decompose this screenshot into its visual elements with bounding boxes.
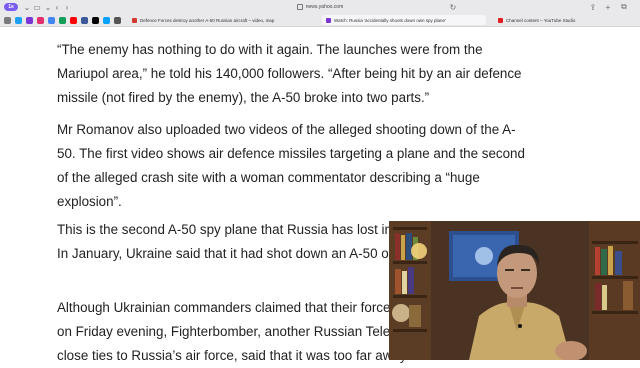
pinned-tab-icon[interactable] — [26, 17, 33, 24]
presenter-video-frame — [389, 221, 640, 360]
chevron-down-icon[interactable]: ⌄ — [44, 2, 52, 12]
tab-label: Defence Forces destroy another A-50 Russ… — [140, 17, 275, 23]
profile-badge[interactable]: 1s — [4, 3, 18, 11]
tab-youtube-studio[interactable]: Channel content – YouTube Studio — [498, 15, 638, 25]
pinned-tab-icon[interactable] — [114, 17, 121, 24]
address-bar[interactable]: news.yahoo.com — [150, 2, 490, 12]
tab-strip: Defence Forces destroy another A-50 Russ… — [0, 14, 640, 26]
chevron-down-icon[interactable]: ⌄ — [22, 2, 32, 12]
pinned-tab-icon[interactable] — [37, 17, 44, 24]
article-paragraph: “The enemy has nothing to do with it aga… — [57, 42, 522, 105]
pinned-tab-icon[interactable] — [92, 17, 99, 24]
pinned-tab-icon[interactable] — [103, 17, 110, 24]
pinned-tab-icon[interactable] — [70, 17, 77, 24]
pinned-tab-icon[interactable] — [15, 17, 22, 24]
sidebar-icon[interactable]: ▭ — [32, 2, 42, 12]
tab-label: Watch: Russia 'accidentally shoots down … — [334, 17, 446, 23]
share-icon[interactable]: ⇪ — [588, 2, 598, 12]
tab-defence-forces[interactable]: Defence Forces destroy another A-50 Russ… — [132, 15, 298, 25]
lock-icon — [296, 4, 303, 10]
favicon-icon — [326, 17, 331, 23]
tab-watch-russia[interactable]: Watch: Russia 'accidentally shoots down … — [322, 15, 486, 25]
pinned-tab-icon[interactable] — [81, 17, 88, 24]
article-paragraph: Mr Romanov also uploaded two videos of t… — [57, 122, 525, 209]
pinned-tab-icon[interactable] — [59, 17, 66, 24]
url-text: news.yahoo.com — [305, 4, 344, 10]
pinned-tab-icon[interactable] — [4, 17, 11, 24]
favicon-icon — [132, 17, 137, 23]
browser-chrome: 1s ⌄ ▭ ⌄ ‹ › news.yahoo.com ↻ ⇪ + ⧉ Defe… — [0, 0, 640, 27]
webcam-video-overlay[interactable] — [389, 221, 640, 360]
tab-label: Channel content – YouTube Studio — [506, 17, 576, 23]
new-tab-icon[interactable]: + — [603, 2, 613, 12]
refresh-icon[interactable]: ↻ — [448, 2, 458, 12]
pinned-tab-icon[interactable] — [48, 17, 55, 24]
tab-overview-icon[interactable]: ⧉ — [618, 2, 630, 12]
toolbar: 1s ⌄ ▭ ⌄ ‹ › news.yahoo.com ↻ ⇪ + ⧉ — [0, 0, 640, 14]
back-icon[interactable]: ‹ — [52, 2, 62, 12]
favicon-icon — [498, 17, 503, 23]
forward-icon[interactable]: › — [62, 2, 72, 12]
